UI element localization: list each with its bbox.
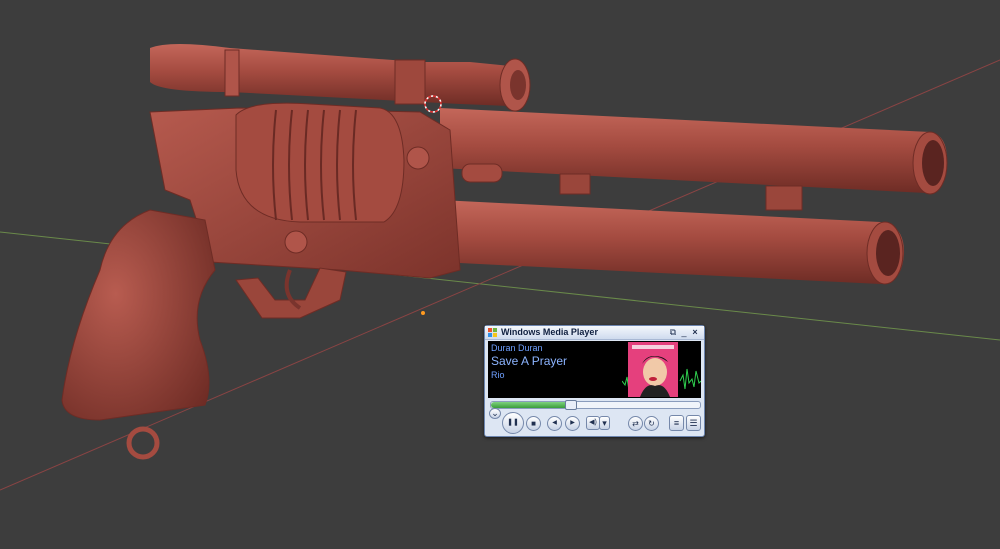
track-album: Rio — [491, 370, 505, 380]
track-title: Save A Prayer — [491, 354, 568, 368]
stop-icon[interactable]: ■ — [526, 416, 541, 431]
origin-point-icon — [421, 311, 425, 315]
previous-icon[interactable]: ◀ — [547, 416, 562, 431]
3d-viewport[interactable] — [0, 0, 1000, 549]
playlist-icon[interactable]: ☰ — [686, 415, 701, 431]
switch-mode-icon[interactable]: ⧉ — [668, 327, 678, 337]
now-playing-display: Duran Duran Save A Prayer Rio — [488, 341, 701, 398]
transport-controls: ⌄ ❚❚ ■ ◀ ▶ ◀) ▾ ⇄ ↻ ≡ ☰ — [485, 408, 704, 434]
media-player-title: Windows Media Player — [501, 327, 598, 337]
windows-logo-icon — [488, 328, 497, 337]
minimize-icon[interactable]: _ — [679, 327, 689, 337]
equalizer-icon[interactable]: ≡ — [669, 415, 684, 431]
media-player-titlebar[interactable]: Windows Media Player ⧉ _ × — [485, 326, 704, 340]
album-art — [628, 342, 678, 397]
track-artist: Duran Duran — [491, 343, 543, 353]
volume-icon[interactable]: ▾ — [599, 416, 610, 430]
expand-icon[interactable]: ⌄ — [489, 408, 501, 419]
media-player-window[interactable]: Windows Media Player ⧉ _ × Duran Duran S… — [484, 325, 705, 437]
seek-thumb[interactable] — [565, 400, 578, 410]
seek-bar[interactable] — [490, 400, 701, 410]
shuffle-icon[interactable]: ⇄ — [628, 416, 643, 431]
seek-progress — [491, 402, 571, 408]
play-pause-button[interactable]: ❚❚ — [502, 412, 524, 434]
close-icon[interactable]: × — [690, 327, 700, 337]
viewport-canvas — [0, 44, 1000, 491]
next-icon[interactable]: ▶ — [565, 416, 580, 431]
mute-icon[interactable]: ◀) — [586, 416, 600, 430]
repeat-icon[interactable]: ↻ — [644, 416, 659, 431]
